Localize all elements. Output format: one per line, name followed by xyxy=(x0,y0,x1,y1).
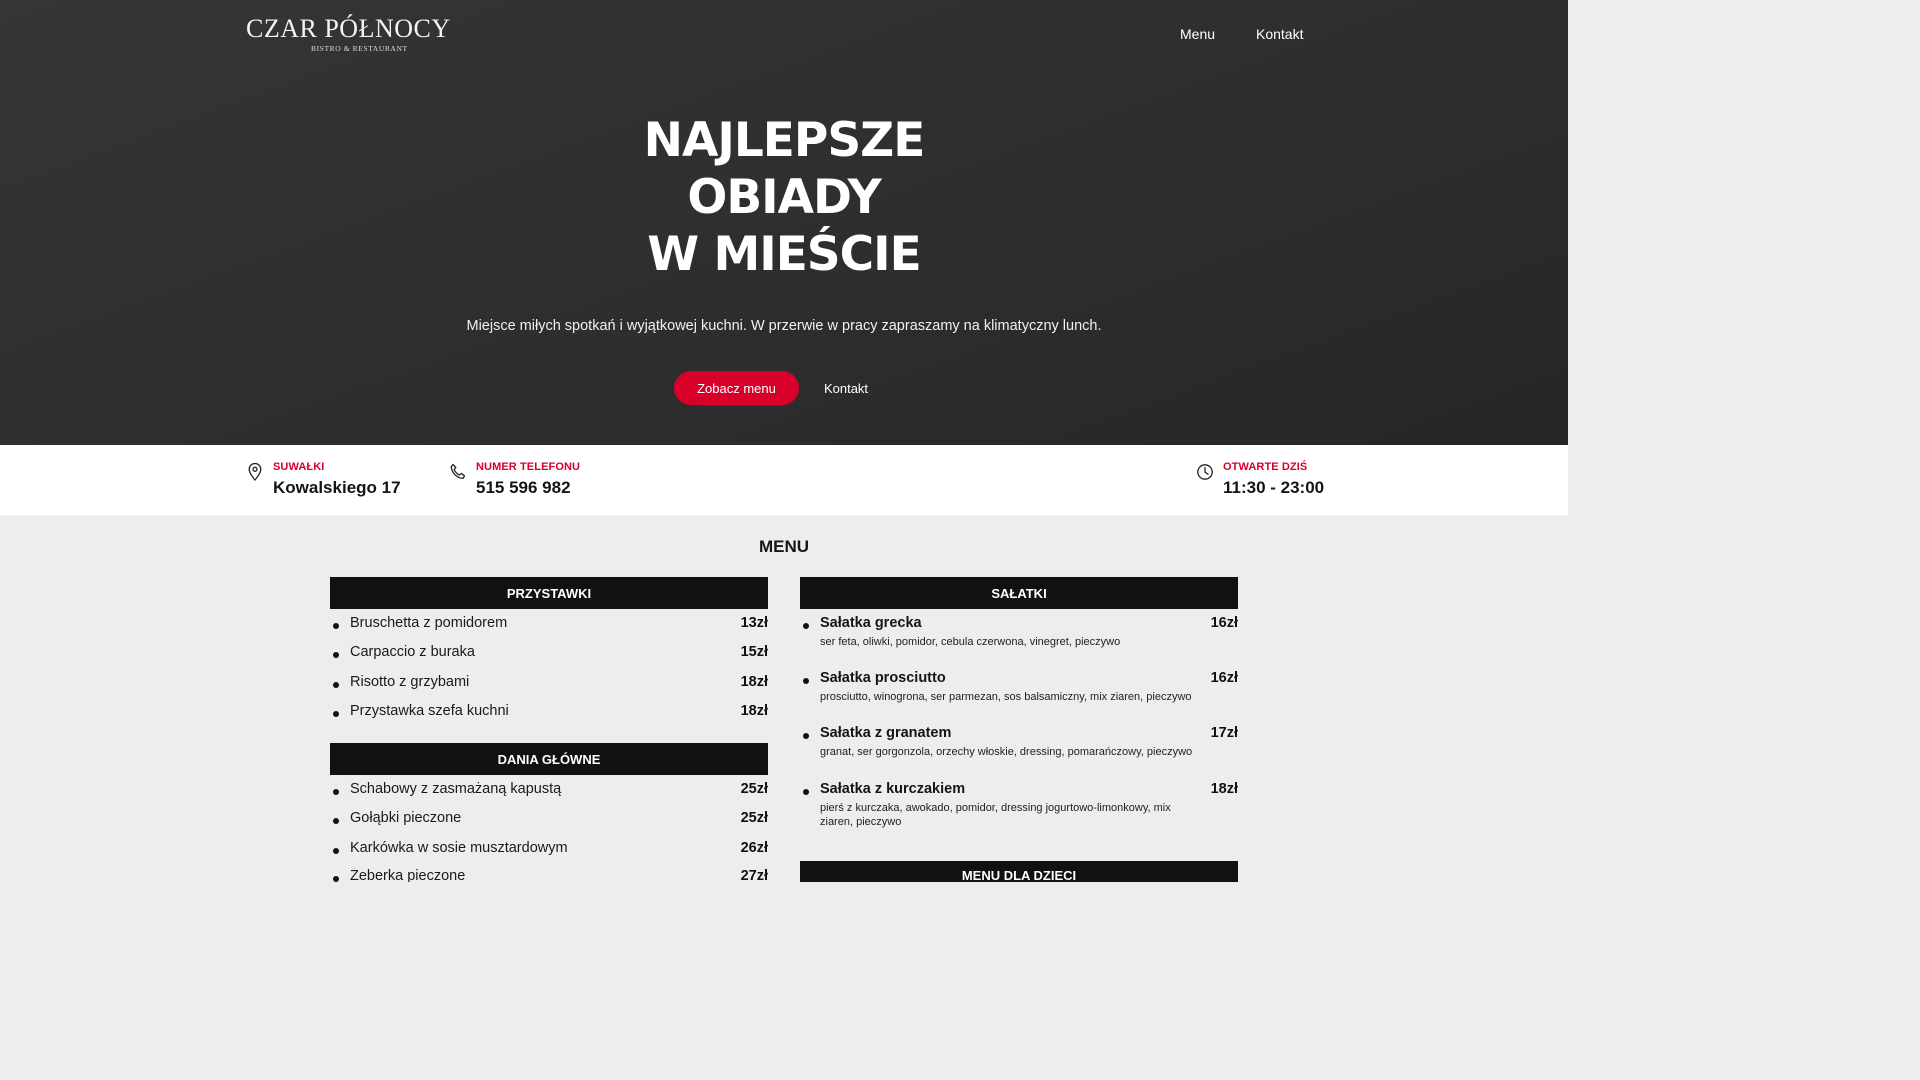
dish-price: 16zł xyxy=(1210,670,1238,686)
dish-name: Żeberka pieczone xyxy=(350,868,466,882)
dish-name: Sałatka z kurczakiem xyxy=(820,781,966,797)
list-item: Risotto z grzybami 18zł xyxy=(330,674,768,696)
dish-price: 25zł xyxy=(740,781,768,797)
hours-label: OTWARTE DZIŚ xyxy=(1223,461,1308,473)
dish-description: pierś z kurczaka, awokado, pomidor, dres… xyxy=(820,802,1171,828)
dish-price: 18zł xyxy=(740,674,768,690)
dish-price: 26zł xyxy=(740,840,768,856)
dish-name: Schabowy z zasmażaną kapustą xyxy=(350,781,562,797)
bullet xyxy=(333,711,339,717)
bullet xyxy=(803,789,809,795)
phone-value[interactable]: 515 596 982 xyxy=(476,478,571,498)
dish-name: Carpaccio z buraka xyxy=(350,644,475,660)
dish-name: Gołąbki pieczone xyxy=(350,810,462,826)
list-item: Sałatka z kurczakiem 18zł pierś z kurcza… xyxy=(800,781,1238,833)
dish-price: 25zł xyxy=(740,810,768,826)
nav-contact-link[interactable]: Kontakt xyxy=(1256,26,1303,42)
brand-tagline: BISTRO & RESTAURANT xyxy=(311,44,408,53)
dish-name: Sałatka z granatem xyxy=(820,725,952,741)
list-item: Przystawka szefa kuchni 18zł xyxy=(330,703,768,725)
brand-logo[interactable]: CZAR PÓŁNOCY BISTRO & RESTAURANT xyxy=(246,14,450,54)
dish-price: 18zł xyxy=(1210,781,1238,797)
bullet xyxy=(333,876,339,882)
category-mains: DANIA GŁÓWNE xyxy=(330,743,768,775)
hero-title-line-1: NAJLEPSZE xyxy=(643,113,926,168)
clock-icon xyxy=(1196,462,1214,482)
address-value: Kowalskiego 17 xyxy=(273,478,401,497)
dish-description: granat, ser gorgonzola, orzechy włoskie,… xyxy=(820,746,1193,758)
bullet xyxy=(333,789,339,795)
dish-price: 16zł xyxy=(1210,615,1238,631)
list-item: Sałatka grecka 16zł ser feta, oliwki, po… xyxy=(800,615,1238,655)
bullet xyxy=(333,652,339,658)
category-kids: MENU DLA DZIECI xyxy=(800,861,1238,882)
see-menu-button[interactable]: Zobacz menu xyxy=(674,371,799,405)
list-item: Żeberka pieczone 27zł xyxy=(330,868,768,882)
hero-title-line-3: W MIEŚCIE xyxy=(647,227,922,282)
dish-name: Bruschetta z pomidorem xyxy=(350,615,508,631)
list-item: Carpaccio z buraka 15zł xyxy=(330,644,768,666)
dish-name: Przystawka szefa kuchni xyxy=(350,703,509,719)
info-bar: SUWAŁKI Kowalskiego 17 NUMER TELEFONU 51… xyxy=(0,445,1568,515)
hero-title: NAJLEPSZE OBIADY W MIEŚCIE xyxy=(584,112,984,283)
bullet xyxy=(803,678,809,684)
address-label: SUWAŁKI xyxy=(273,461,325,473)
hours-value: 11:30 - 23:00 xyxy=(1223,478,1325,497)
hero-title-line-2: OBIADY xyxy=(687,170,881,225)
bullet xyxy=(333,682,339,688)
dish-name: Sałatka prosciutto xyxy=(820,670,946,686)
dish-price: 27zł xyxy=(740,868,768,882)
bullet xyxy=(803,623,809,629)
contact-button[interactable]: Kontakt xyxy=(812,371,880,405)
phone-icon xyxy=(449,462,467,482)
list-item: Sałatka z granatem 17zł granat, ser gorg… xyxy=(800,725,1238,765)
dish-name: Risotto z grzybami xyxy=(350,674,470,690)
hero-section: CZAR PÓŁNOCY BISTRO & RESTAURANT Menu Ko… xyxy=(0,0,1568,445)
location-pin-icon xyxy=(246,462,264,482)
dish-price: 15zł xyxy=(740,644,768,660)
list-item: Karkówka w sosie musztardowym 26zł xyxy=(330,840,768,862)
list-item: Sałatka prosciutto 16zł prosciutto, wino… xyxy=(800,670,1238,710)
list-item: Schabowy z zasmażaną kapustą 25zł xyxy=(330,781,768,803)
menu-heading: MENU xyxy=(758,537,810,556)
bullet xyxy=(333,623,339,629)
bullet xyxy=(333,818,339,824)
category-salads: SAŁATKI xyxy=(800,577,1238,609)
dish-name: Karkówka w sosie musztardowym xyxy=(350,840,568,856)
category-starters: PRZYSTAWKI xyxy=(330,577,768,609)
phone-label: NUMER TELEFONU xyxy=(476,461,581,473)
brand-name: CZAR PÓŁNOCY xyxy=(246,14,451,43)
dish-price: 13zł xyxy=(740,615,768,631)
hero-subtitle: Miejsce miłych spotkań i wyjątkowej kuch… xyxy=(466,318,1102,334)
dish-price: 17zł xyxy=(1210,725,1238,741)
list-item: Bruschetta z pomidorem 13zł xyxy=(330,615,768,637)
dish-description: prosciutto, winogrona, ser parmezan, sos… xyxy=(820,691,1192,703)
dish-name: Sałatka grecka xyxy=(820,615,922,631)
bullet xyxy=(803,733,809,739)
list-item: Gołąbki pieczone 25zł xyxy=(330,810,768,832)
nav-menu-link[interactable]: Menu xyxy=(1180,26,1215,42)
bullet xyxy=(333,848,339,854)
dish-description: ser feta, oliwki, pomidor, cebula czerwo… xyxy=(820,636,1121,648)
dish-price: 18zł xyxy=(740,703,768,719)
